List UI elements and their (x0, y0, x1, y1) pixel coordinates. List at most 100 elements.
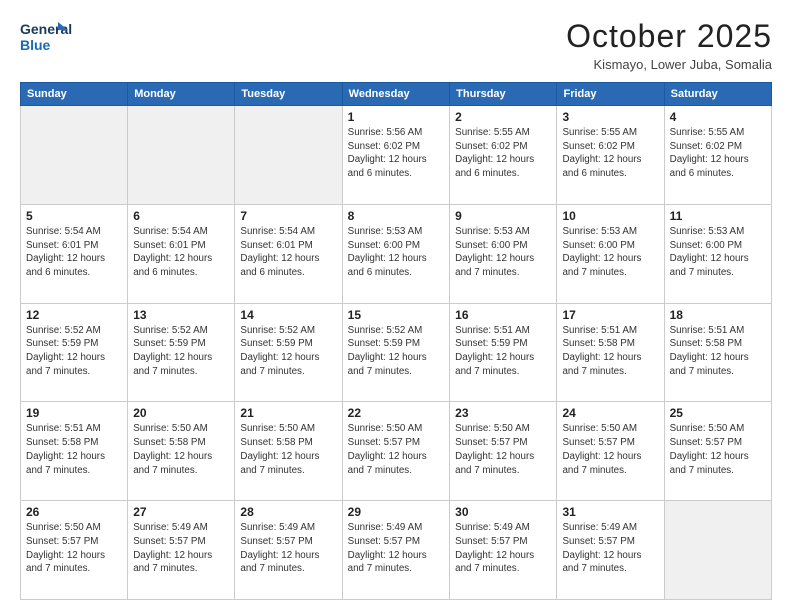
day-detail: Sunrise: 5:51 AMSunset: 5:58 PMDaylight:… (562, 324, 658, 379)
calendar-header-friday: Friday (557, 83, 664, 106)
day-number: 30 (455, 505, 551, 519)
day-number: 12 (26, 308, 122, 322)
day-number: 25 (670, 406, 766, 420)
day-detail: Sunrise: 5:53 AMSunset: 6:00 PMDaylight:… (455, 225, 551, 280)
calendar-week-5: 26Sunrise: 5:50 AMSunset: 5:57 PMDayligh… (21, 501, 772, 600)
day-number: 15 (348, 308, 445, 322)
day-detail: Sunrise: 5:49 AMSunset: 5:57 PMDaylight:… (240, 521, 336, 576)
calendar-cell: 26Sunrise: 5:50 AMSunset: 5:57 PMDayligh… (21, 501, 128, 600)
day-detail: Sunrise: 5:54 AMSunset: 6:01 PMDaylight:… (26, 225, 122, 280)
logo: GeneralBlue (20, 18, 72, 56)
day-detail: Sunrise: 5:53 AMSunset: 6:00 PMDaylight:… (348, 225, 445, 280)
day-number: 21 (240, 406, 336, 420)
calendar-cell: 8 Sunrise: 5:53 AMSunset: 6:00 PMDaylight… (342, 204, 450, 303)
day-number: 9 (455, 209, 551, 223)
day-number: 26 (26, 505, 122, 519)
calendar-cell: 15Sunrise: 5:52 AMSunset: 5:59 PMDayligh… (342, 303, 450, 402)
day-number: 5 (26, 209, 122, 223)
calendar-cell: 25 Sunrise: 5:50 AMSunset: 5:57 PMDayligh… (664, 402, 771, 501)
calendar-week-2: 5 Sunrise: 5:54 AMSunset: 6:01 PMDaylight… (21, 204, 772, 303)
day-detail: Sunrise: 5:51 AMSunset: 5:58 PMDaylight:… (670, 324, 766, 379)
day-number: 31 (562, 505, 658, 519)
day-detail: Sunrise: 5:53 AMSunset: 6:00 PMDaylight:… (562, 225, 658, 280)
day-detail: Sunrise: 5:55 AMSunset: 6:02 PMDaylight:… (455, 126, 551, 181)
calendar-cell (235, 106, 342, 205)
month-title: October 2025 (566, 18, 772, 55)
day-number: 29 (348, 505, 445, 519)
day-number: 8 (348, 209, 445, 223)
calendar-cell (128, 106, 235, 205)
calendar-cell: 4 Sunrise: 5:55 AMSunset: 6:02 PMDaylight… (664, 106, 771, 205)
calendar-cell: 28 Sunrise: 5:49 AMSunset: 5:57 PMDayligh… (235, 501, 342, 600)
day-detail: Sunrise: 5:49 AMSunset: 5:57 PMDaylight:… (562, 521, 658, 576)
calendar-cell: 21 Sunrise: 5:50 AMSunset: 5:58 PMDayligh… (235, 402, 342, 501)
day-number: 4 (670, 110, 766, 124)
calendar-cell: 12 Sunrise: 5:52 AMSunset: 5:59 PMDayligh… (21, 303, 128, 402)
calendar-cell: 5 Sunrise: 5:54 AMSunset: 6:01 PMDaylight… (21, 204, 128, 303)
title-block: October 2025 Kismayo, Lower Juba, Somali… (566, 18, 772, 72)
calendar-header-monday: Monday (128, 83, 235, 106)
day-detail: Sunrise: 5:55 AMSunset: 6:02 PMDaylight:… (562, 126, 658, 181)
day-detail: Sunrise: 5:54 AMSunset: 6:01 PMDaylight:… (240, 225, 336, 280)
day-detail: Sunrise: 5:50 AMSunset: 5:57 PMDaylight:… (670, 422, 766, 477)
calendar-cell: 20 Sunrise: 5:50 AMSunset: 5:58 PMDayligh… (128, 402, 235, 501)
calendar-cell (664, 501, 771, 600)
day-number: 7 (240, 209, 336, 223)
day-number: 2 (455, 110, 551, 124)
calendar-cell: 23Sunrise: 5:50 AMSunset: 5:57 PMDayligh… (450, 402, 557, 501)
calendar-cell: 2 Sunrise: 5:55 AMSunset: 6:02 PMDaylight… (450, 106, 557, 205)
day-detail: Sunrise: 5:51 AMSunset: 5:58 PMDaylight:… (26, 422, 122, 477)
day-number: 1 (348, 110, 445, 124)
calendar-cell: 16Sunrise: 5:51 AMSunset: 5:59 PMDayligh… (450, 303, 557, 402)
calendar-cell: 10 Sunrise: 5:53 AMSunset: 6:00 PMDayligh… (557, 204, 664, 303)
day-detail: Sunrise: 5:52 AMSunset: 5:59 PMDaylight:… (26, 324, 122, 379)
calendar-cell: 17Sunrise: 5:51 AMSunset: 5:58 PMDayligh… (557, 303, 664, 402)
calendar-header-sunday: Sunday (21, 83, 128, 106)
calendar-cell: 13 Sunrise: 5:52 AMSunset: 5:59 PMDayligh… (128, 303, 235, 402)
day-number: 10 (562, 209, 658, 223)
day-number: 19 (26, 406, 122, 420)
calendar-header-tuesday: Tuesday (235, 83, 342, 106)
day-number: 11 (670, 209, 766, 223)
day-detail: Sunrise: 5:55 AMSunset: 6:02 PMDaylight:… (670, 126, 766, 181)
calendar-cell: 27Sunrise: 5:49 AMSunset: 5:57 PMDayligh… (128, 501, 235, 600)
calendar-cell: 3 Sunrise: 5:55 AMSunset: 6:02 PMDaylight… (557, 106, 664, 205)
calendar-cell: 19 Sunrise: 5:51 AMSunset: 5:58 PMDayligh… (21, 402, 128, 501)
calendar-week-4: 19 Sunrise: 5:51 AMSunset: 5:58 PMDayligh… (21, 402, 772, 501)
day-number: 28 (240, 505, 336, 519)
calendar-table: SundayMondayTuesdayWednesdayThursdayFrid… (20, 82, 772, 600)
svg-text:Blue: Blue (20, 37, 51, 53)
calendar-header-wednesday: Wednesday (342, 83, 450, 106)
calendar-cell: 1Sunrise: 5:56 AMSunset: 6:02 PMDaylight… (342, 106, 450, 205)
calendar-week-1: 1Sunrise: 5:56 AMSunset: 6:02 PMDaylight… (21, 106, 772, 205)
calendar-cell: 24 Sunrise: 5:50 AMSunset: 5:57 PMDayligh… (557, 402, 664, 501)
calendar-cell: 18 Sunrise: 5:51 AMSunset: 5:58 PMDayligh… (664, 303, 771, 402)
day-detail: Sunrise: 5:52 AMSunset: 5:59 PMDaylight:… (240, 324, 336, 379)
day-detail: Sunrise: 5:52 AMSunset: 5:59 PMDaylight:… (133, 324, 229, 379)
day-detail: Sunrise: 5:50 AMSunset: 5:58 PMDaylight:… (133, 422, 229, 477)
calendar-week-3: 12 Sunrise: 5:52 AMSunset: 5:59 PMDayligh… (21, 303, 772, 402)
calendar-cell: 29 Sunrise: 5:49 AMSunset: 5:57 PMDayligh… (342, 501, 450, 600)
day-number: 18 (670, 308, 766, 322)
day-number: 27 (133, 505, 229, 519)
day-number: 3 (562, 110, 658, 124)
header: GeneralBlue October 2025 Kismayo, Lower … (20, 18, 772, 72)
calendar-cell: 22 Sunrise: 5:50 AMSunset: 5:57 PMDayligh… (342, 402, 450, 501)
day-detail: Sunrise: 5:50 AMSunset: 5:57 PMDaylight:… (348, 422, 445, 477)
location-subtitle: Kismayo, Lower Juba, Somalia (566, 57, 772, 72)
logo-svg: GeneralBlue (20, 18, 72, 56)
day-detail: Sunrise: 5:50 AMSunset: 5:57 PMDaylight:… (562, 422, 658, 477)
day-detail: Sunrise: 5:49 AMSunset: 5:57 PMDaylight:… (348, 521, 445, 576)
calendar-cell (21, 106, 128, 205)
day-detail: Sunrise: 5:50 AMSunset: 5:58 PMDaylight:… (240, 422, 336, 477)
day-number: 13 (133, 308, 229, 322)
day-number: 16 (455, 308, 551, 322)
day-number: 23 (455, 406, 551, 420)
day-detail: Sunrise: 5:54 AMSunset: 6:01 PMDaylight:… (133, 225, 229, 280)
calendar-cell: 31 Sunrise: 5:49 AMSunset: 5:57 PMDayligh… (557, 501, 664, 600)
calendar-cell: 30Sunrise: 5:49 AMSunset: 5:57 PMDayligh… (450, 501, 557, 600)
day-number: 24 (562, 406, 658, 420)
day-number: 20 (133, 406, 229, 420)
calendar-cell: 9 Sunrise: 5:53 AMSunset: 6:00 PMDaylight… (450, 204, 557, 303)
day-number: 22 (348, 406, 445, 420)
